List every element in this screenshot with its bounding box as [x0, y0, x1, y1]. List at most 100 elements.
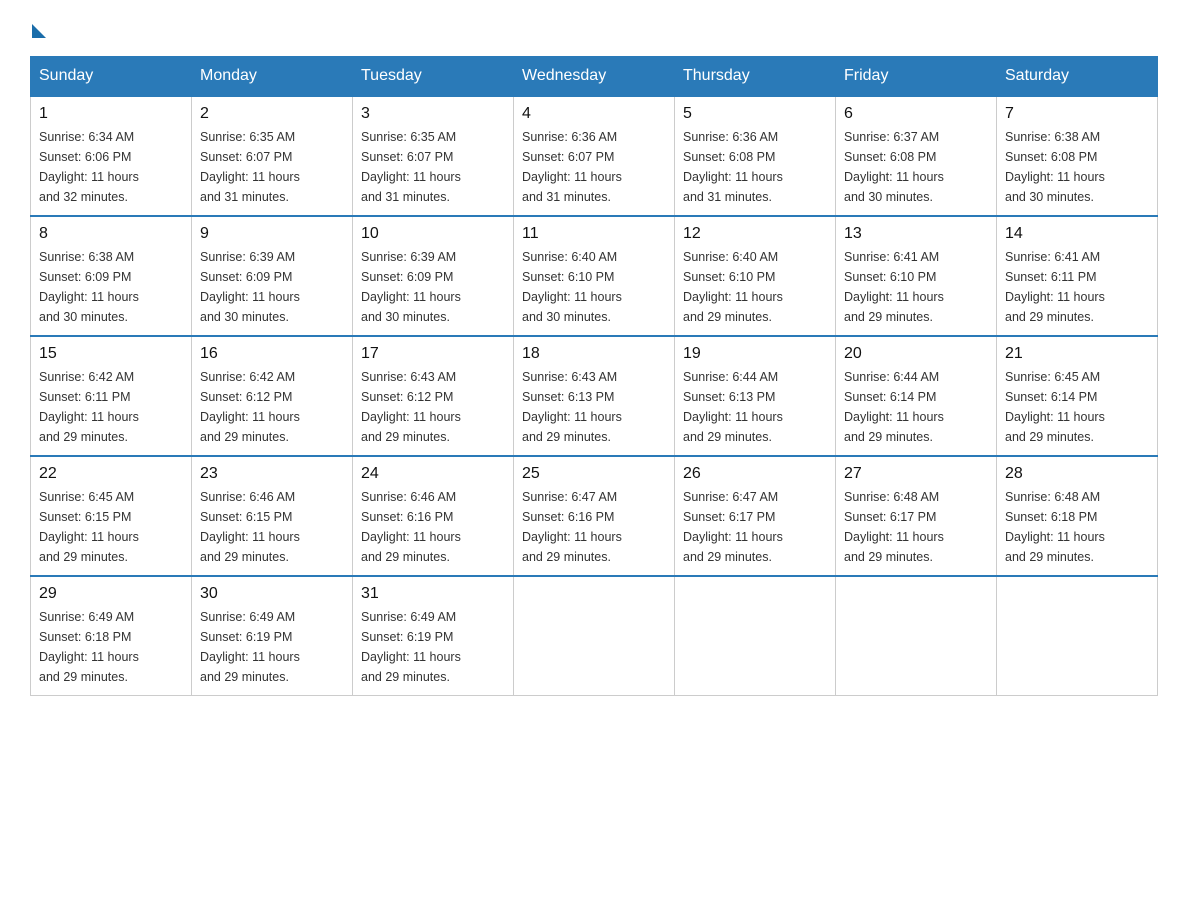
day-number: 25 — [522, 465, 666, 483]
day-number: 9 — [200, 225, 344, 243]
day-info: Sunrise: 6:43 AM Sunset: 6:12 PM Dayligh… — [361, 367, 505, 447]
calendar-header-row: SundayMondayTuesdayWednesdayThursdayFrid… — [31, 57, 1158, 97]
day-number: 20 — [844, 345, 988, 363]
day-info: Sunrise: 6:36 AM Sunset: 6:08 PM Dayligh… — [683, 127, 827, 207]
day-number: 18 — [522, 345, 666, 363]
calendar-day-cell: 25 Sunrise: 6:47 AM Sunset: 6:16 PM Dayl… — [514, 456, 675, 576]
calendar-day-cell: 21 Sunrise: 6:45 AM Sunset: 6:14 PM Dayl… — [997, 336, 1158, 456]
calendar-day-cell: 3 Sunrise: 6:35 AM Sunset: 6:07 PM Dayli… — [353, 96, 514, 216]
day-info: Sunrise: 6:48 AM Sunset: 6:17 PM Dayligh… — [844, 487, 988, 567]
calendar-day-cell: 28 Sunrise: 6:48 AM Sunset: 6:18 PM Dayl… — [997, 456, 1158, 576]
day-number: 13 — [844, 225, 988, 243]
day-number: 19 — [683, 345, 827, 363]
day-info: Sunrise: 6:37 AM Sunset: 6:08 PM Dayligh… — [844, 127, 988, 207]
calendar-day-cell: 14 Sunrise: 6:41 AM Sunset: 6:11 PM Dayl… — [997, 216, 1158, 336]
day-info: Sunrise: 6:45 AM Sunset: 6:14 PM Dayligh… — [1005, 367, 1149, 447]
day-number: 23 — [200, 465, 344, 483]
calendar-week-row: 22 Sunrise: 6:45 AM Sunset: 6:15 PM Dayl… — [31, 456, 1158, 576]
day-info: Sunrise: 6:46 AM Sunset: 6:16 PM Dayligh… — [361, 487, 505, 567]
day-info: Sunrise: 6:39 AM Sunset: 6:09 PM Dayligh… — [361, 247, 505, 327]
day-info: Sunrise: 6:46 AM Sunset: 6:15 PM Dayligh… — [200, 487, 344, 567]
day-number: 2 — [200, 105, 344, 123]
day-info: Sunrise: 6:49 AM Sunset: 6:19 PM Dayligh… — [200, 607, 344, 687]
calendar-day-cell: 26 Sunrise: 6:47 AM Sunset: 6:17 PM Dayl… — [675, 456, 836, 576]
day-number: 28 — [1005, 465, 1149, 483]
calendar-day-cell: 13 Sunrise: 6:41 AM Sunset: 6:10 PM Dayl… — [836, 216, 997, 336]
calendar-day-cell: 20 Sunrise: 6:44 AM Sunset: 6:14 PM Dayl… — [836, 336, 997, 456]
calendar-day-cell: 4 Sunrise: 6:36 AM Sunset: 6:07 PM Dayli… — [514, 96, 675, 216]
day-number: 4 — [522, 105, 666, 123]
calendar-day-cell: 22 Sunrise: 6:45 AM Sunset: 6:15 PM Dayl… — [31, 456, 192, 576]
day-number: 29 — [39, 585, 183, 603]
day-info: Sunrise: 6:41 AM Sunset: 6:10 PM Dayligh… — [844, 247, 988, 327]
calendar-day-cell: 10 Sunrise: 6:39 AM Sunset: 6:09 PM Dayl… — [353, 216, 514, 336]
calendar-day-cell: 31 Sunrise: 6:49 AM Sunset: 6:19 PM Dayl… — [353, 576, 514, 696]
day-info: Sunrise: 6:44 AM Sunset: 6:13 PM Dayligh… — [683, 367, 827, 447]
page-header — [30, 20, 1158, 38]
day-info: Sunrise: 6:49 AM Sunset: 6:19 PM Dayligh… — [361, 607, 505, 687]
calendar-day-cell: 6 Sunrise: 6:37 AM Sunset: 6:08 PM Dayli… — [836, 96, 997, 216]
day-info: Sunrise: 6:38 AM Sunset: 6:08 PM Dayligh… — [1005, 127, 1149, 207]
day-number: 22 — [39, 465, 183, 483]
header-tuesday: Tuesday — [353, 57, 514, 97]
day-number: 6 — [844, 105, 988, 123]
day-info: Sunrise: 6:35 AM Sunset: 6:07 PM Dayligh… — [200, 127, 344, 207]
day-info: Sunrise: 6:38 AM Sunset: 6:09 PM Dayligh… — [39, 247, 183, 327]
calendar-day-cell: 24 Sunrise: 6:46 AM Sunset: 6:16 PM Dayl… — [353, 456, 514, 576]
day-number: 3 — [361, 105, 505, 123]
day-info: Sunrise: 6:41 AM Sunset: 6:11 PM Dayligh… — [1005, 247, 1149, 327]
day-info: Sunrise: 6:44 AM Sunset: 6:14 PM Dayligh… — [844, 367, 988, 447]
header-friday: Friday — [836, 57, 997, 97]
calendar-day-cell: 2 Sunrise: 6:35 AM Sunset: 6:07 PM Dayli… — [192, 96, 353, 216]
calendar-day-cell: 8 Sunrise: 6:38 AM Sunset: 6:09 PM Dayli… — [31, 216, 192, 336]
calendar-day-cell: 15 Sunrise: 6:42 AM Sunset: 6:11 PM Dayl… — [31, 336, 192, 456]
calendar-day-cell — [836, 576, 997, 696]
day-number: 17 — [361, 345, 505, 363]
calendar-day-cell — [675, 576, 836, 696]
header-wednesday: Wednesday — [514, 57, 675, 97]
day-info: Sunrise: 6:40 AM Sunset: 6:10 PM Dayligh… — [683, 247, 827, 327]
calendar-day-cell: 1 Sunrise: 6:34 AM Sunset: 6:06 PM Dayli… — [31, 96, 192, 216]
calendar-day-cell: 16 Sunrise: 6:42 AM Sunset: 6:12 PM Dayl… — [192, 336, 353, 456]
day-info: Sunrise: 6:49 AM Sunset: 6:18 PM Dayligh… — [39, 607, 183, 687]
calendar-day-cell: 30 Sunrise: 6:49 AM Sunset: 6:19 PM Dayl… — [192, 576, 353, 696]
calendar-day-cell: 9 Sunrise: 6:39 AM Sunset: 6:09 PM Dayli… — [192, 216, 353, 336]
day-info: Sunrise: 6:45 AM Sunset: 6:15 PM Dayligh… — [39, 487, 183, 567]
day-info: Sunrise: 6:42 AM Sunset: 6:12 PM Dayligh… — [200, 367, 344, 447]
day-number: 5 — [683, 105, 827, 123]
day-info: Sunrise: 6:47 AM Sunset: 6:17 PM Dayligh… — [683, 487, 827, 567]
calendar-day-cell: 23 Sunrise: 6:46 AM Sunset: 6:15 PM Dayl… — [192, 456, 353, 576]
calendar-table: SundayMondayTuesdayWednesdayThursdayFrid… — [30, 56, 1158, 696]
day-number: 10 — [361, 225, 505, 243]
day-number: 12 — [683, 225, 827, 243]
day-number: 15 — [39, 345, 183, 363]
day-number: 11 — [522, 225, 666, 243]
day-number: 1 — [39, 105, 183, 123]
day-number: 7 — [1005, 105, 1149, 123]
calendar-week-row: 8 Sunrise: 6:38 AM Sunset: 6:09 PM Dayli… — [31, 216, 1158, 336]
day-number: 21 — [1005, 345, 1149, 363]
day-number: 31 — [361, 585, 505, 603]
calendar-day-cell: 19 Sunrise: 6:44 AM Sunset: 6:13 PM Dayl… — [675, 336, 836, 456]
day-info: Sunrise: 6:42 AM Sunset: 6:11 PM Dayligh… — [39, 367, 183, 447]
header-saturday: Saturday — [997, 57, 1158, 97]
logo-triangle-icon — [32, 24, 46, 38]
calendar-week-row: 29 Sunrise: 6:49 AM Sunset: 6:18 PM Dayl… — [31, 576, 1158, 696]
day-number: 8 — [39, 225, 183, 243]
day-number: 30 — [200, 585, 344, 603]
day-info: Sunrise: 6:48 AM Sunset: 6:18 PM Dayligh… — [1005, 487, 1149, 567]
calendar-day-cell: 29 Sunrise: 6:49 AM Sunset: 6:18 PM Dayl… — [31, 576, 192, 696]
day-number: 14 — [1005, 225, 1149, 243]
calendar-day-cell — [997, 576, 1158, 696]
day-number: 26 — [683, 465, 827, 483]
day-info: Sunrise: 6:39 AM Sunset: 6:09 PM Dayligh… — [200, 247, 344, 327]
calendar-day-cell: 7 Sunrise: 6:38 AM Sunset: 6:08 PM Dayli… — [997, 96, 1158, 216]
calendar-day-cell: 18 Sunrise: 6:43 AM Sunset: 6:13 PM Dayl… — [514, 336, 675, 456]
calendar-week-row: 1 Sunrise: 6:34 AM Sunset: 6:06 PM Dayli… — [31, 96, 1158, 216]
calendar-day-cell: 17 Sunrise: 6:43 AM Sunset: 6:12 PM Dayl… — [353, 336, 514, 456]
day-number: 27 — [844, 465, 988, 483]
day-info: Sunrise: 6:40 AM Sunset: 6:10 PM Dayligh… — [522, 247, 666, 327]
day-info: Sunrise: 6:35 AM Sunset: 6:07 PM Dayligh… — [361, 127, 505, 207]
day-info: Sunrise: 6:36 AM Sunset: 6:07 PM Dayligh… — [522, 127, 666, 207]
day-info: Sunrise: 6:34 AM Sunset: 6:06 PM Dayligh… — [39, 127, 183, 207]
